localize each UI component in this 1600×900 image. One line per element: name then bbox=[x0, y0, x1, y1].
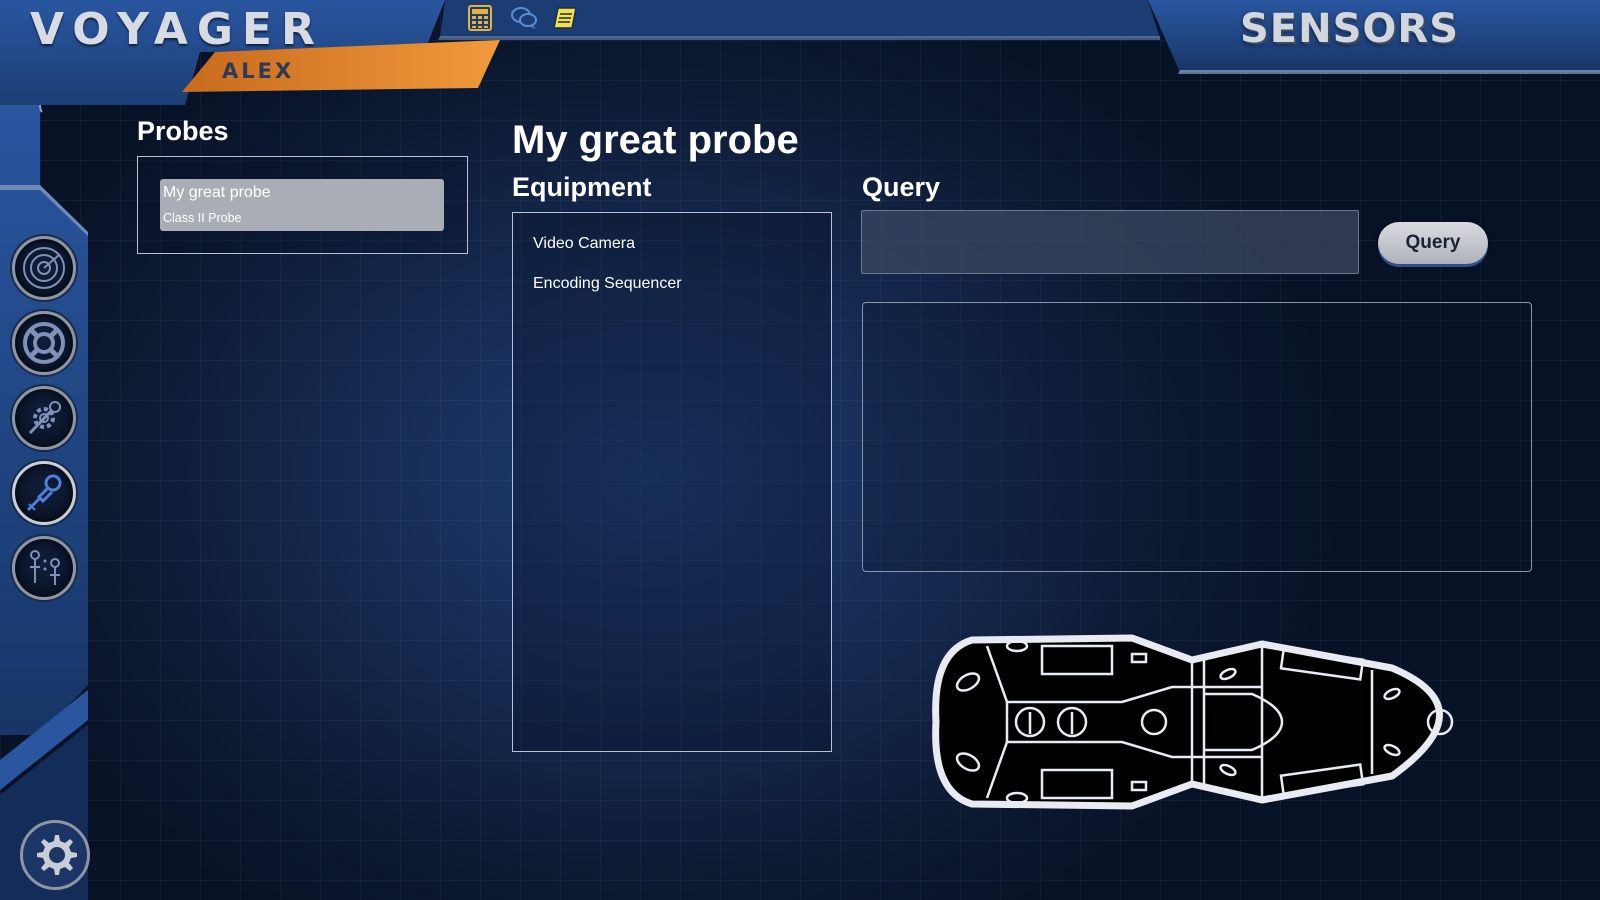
life-ring-icon bbox=[23, 322, 65, 364]
probe-list-item[interactable]: My great probe Class II Probe bbox=[160, 179, 444, 231]
equipment-heading: Equipment bbox=[512, 172, 652, 202]
query-heading: Query bbox=[862, 172, 941, 202]
probe-gear-icon bbox=[28, 401, 61, 435]
settings-button[interactable] bbox=[20, 820, 90, 890]
probes-heading: Probes bbox=[137, 116, 229, 146]
probe-icon bbox=[26, 474, 62, 512]
calculator-icon[interactable] bbox=[466, 4, 494, 32]
equipment-item[interactable]: Encoding Sequencer bbox=[533, 275, 682, 293]
query-input[interactable] bbox=[861, 210, 1359, 274]
gear-icon bbox=[37, 835, 77, 875]
nav-button-probe[interactable] bbox=[12, 461, 76, 525]
probe-network-icon bbox=[30, 550, 60, 585]
nav-button-radar[interactable] bbox=[12, 236, 76, 300]
equipment-item[interactable]: Video Camera bbox=[533, 235, 635, 253]
station-title: SENSORS bbox=[1240, 6, 1460, 52]
user-name: ALEX bbox=[222, 59, 295, 83]
probe-item-class: Class II Probe bbox=[163, 211, 242, 225]
nav-button-probe-gear[interactable] bbox=[12, 386, 76, 450]
page-title: My great probe bbox=[512, 118, 799, 162]
query-button[interactable]: Query bbox=[1378, 222, 1488, 264]
app-title: VOYAGER bbox=[30, 4, 324, 55]
notebook-icon[interactable] bbox=[552, 4, 580, 32]
nav-button-life-ring[interactable] bbox=[12, 311, 76, 375]
radar-icon bbox=[23, 247, 65, 289]
sensors-screen: VOYAGER ALEX SENSORS Probes My great pro… bbox=[0, 0, 1600, 900]
nav-button-probe-network[interactable] bbox=[12, 536, 76, 600]
chat-icon[interactable] bbox=[510, 4, 538, 32]
equipment-list: Video Camera Encoding Sequencer bbox=[512, 212, 832, 752]
probes-list: My great probe Class II Probe bbox=[137, 156, 468, 254]
query-results bbox=[862, 302, 1532, 572]
probe-schematic bbox=[932, 634, 1454, 810]
probe-item-name: My great probe bbox=[163, 184, 271, 201]
